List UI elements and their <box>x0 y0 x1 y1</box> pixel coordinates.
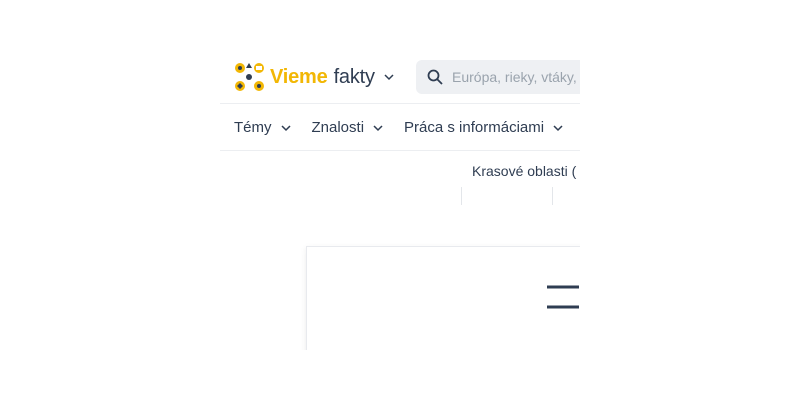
site-logo[interactable]: Vieme fakty <box>232 60 395 94</box>
divider <box>461 187 462 205</box>
chevron-down-icon <box>280 124 291 131</box>
chevron-down-icon[interactable] <box>383 71 395 83</box>
nav-item-temy[interactable]: Témy <box>234 119 292 136</box>
nav-item-praca-s-informaciami[interactable]: Práca s informáciami <box>404 119 564 136</box>
search-bar[interactable] <box>416 60 580 94</box>
breadcrumb-text[interactable]: Krasové oblasti ( <box>472 163 576 179</box>
nav-item-znalosti[interactable]: Znalosti <box>312 119 385 136</box>
logo-icon <box>235 63 264 91</box>
site-header: Vieme fakty <box>220 48 580 104</box>
chevron-down-icon <box>553 124 563 131</box>
main-nav: Témy Znalosti Práca s informáciami <box>220 105 580 151</box>
chevron-down-icon <box>373 124 383 131</box>
divider <box>552 187 553 205</box>
logo-word-fakty: fakty <box>333 65 375 88</box>
graphic-icon <box>547 285 579 309</box>
search-icon <box>427 69 443 85</box>
nav-item-label: Znalosti <box>311 119 365 136</box>
content-card <box>306 246 580 350</box>
search-input[interactable] <box>452 69 580 85</box>
nav-item-label: Témy <box>234 119 272 136</box>
logo-word-vieme: Vieme <box>270 65 328 88</box>
nav-item-label: Práca s informáciami <box>404 119 545 136</box>
browser-viewport: Vieme fakty Témy Znalosti Práca s inform… <box>220 48 580 350</box>
